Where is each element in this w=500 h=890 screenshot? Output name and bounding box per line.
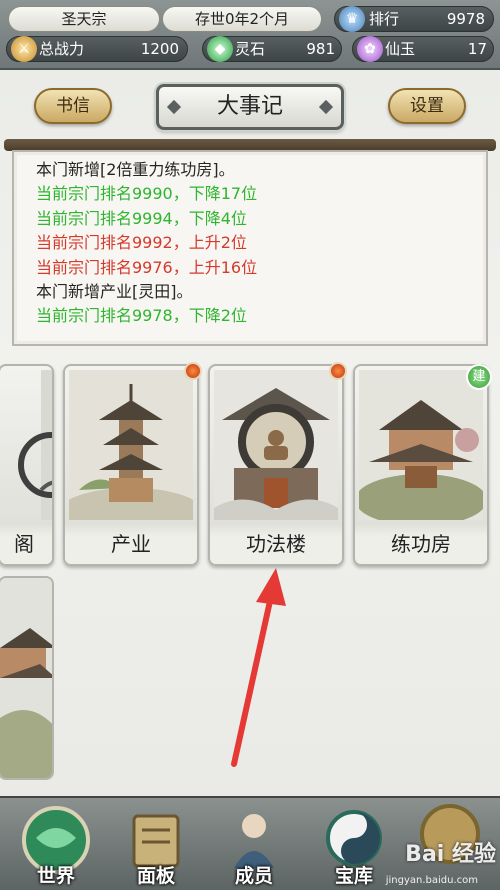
watermark-url: jingyan.baidu.com [385,875,478,886]
letters-button[interactable]: 书信 [34,88,112,124]
pavilion-art-icon [18,370,52,520]
combat-power-value: 1200 [140,40,179,58]
event-line: 本门新增产业[灵田]。 [36,282,193,302]
settings-button-label: 设置 [410,96,444,116]
event-line: 当前宗门排名9990，下降17位 [36,184,258,204]
rank-display[interactable]: ♛ 排行 9978 [334,6,494,32]
watermark: Bai 经验 [405,842,496,867]
event-log[interactable]: 本门新增[2倍重力练功房]。 当前宗门排名9990，下降17位 当前宗门排名99… [12,150,488,346]
status-bar: 圣天宗 存世0年2个月 ♛ 排行 9978 ⚔ 总战力 1200 ◆ 灵石 98… [0,0,500,70]
rank-icon: ♛ [339,6,365,32]
nav-world[interactable]: 世界 [6,798,106,890]
letters-button-label: 书信 [56,96,90,116]
event-line: 当前宗门排名9994，下降4位 [36,208,247,228]
swords-icon: ⚔ [11,36,37,62]
spirit-stone-icon: ◆ [207,36,233,62]
building-label: 阁 [0,524,52,564]
build-badge[interactable]: 建 [466,364,492,390]
nav-world-label: 世界 [36,865,75,887]
immortal-jade-value: 17 [467,40,487,58]
era-label: 存世0年2个月 [194,10,290,28]
era-display: 存世0年2个月 [162,6,322,32]
diamond-ornament-icon [318,99,334,115]
rank-value: 9978 [446,10,485,28]
building-card-technique-hall[interactable]: 功法楼 [208,364,344,566]
training-hall-art-icon [359,370,483,520]
nav-panel[interactable]: 面板 [106,798,206,890]
spirit-stone-display[interactable]: ◆ 灵石 981 [202,36,342,62]
building-label: 产业 [65,524,197,564]
diamond-ornament-icon [166,99,182,115]
event-line: 当前宗门排名9976，上升16位 [36,257,258,277]
spirit-stone-label: 灵石 [235,40,266,58]
building-label: 功法楼 [210,524,342,564]
immortal-jade-icon: ✿ [357,36,383,62]
settings-button[interactable]: 设置 [388,88,466,124]
notification-dot-icon [329,362,347,380]
temple-art-icon [0,578,52,778]
pagoda-art-icon [69,370,193,520]
event-line: 本门新增[2倍重力练功房]。 [36,160,235,179]
building-card-partial[interactable]: 阁 [0,364,54,566]
bottom-nav: 世界 面板 成员 宝库 Bai 经验 jingyan.baidu.com [0,796,500,890]
sect-name[interactable]: 圣天宗 [8,6,160,32]
immortal-jade-display[interactable]: ✿ 仙玉 17 [352,36,494,62]
immortal-jade-label: 仙玉 [385,40,416,58]
page-title-text: 大事记 [216,94,283,119]
notification-dot-icon [184,362,202,380]
building-card-training-room[interactable]: 练功房 [353,364,489,566]
combat-power-display: ⚔ 总战力 1200 [6,36,188,62]
spirit-stone-value: 981 [306,40,335,58]
combat-power-label: 总战力 [39,40,85,58]
event-line: 当前宗门排名9978，下降2位 [36,306,247,326]
sect-name-label: 圣天宗 [61,10,107,28]
nav-panel-label: 面板 [136,865,175,887]
building-label: 练功房 [355,524,487,564]
technique-hall-art-icon [214,370,338,520]
page-title: 大事记 [156,84,344,130]
event-line: 当前宗门排名9992，上升2位 [36,233,247,253]
nav-members[interactable]: 成员 [204,798,304,890]
nav-members-label: 成员 [234,865,273,887]
building-card-industry[interactable]: 产业 [63,364,199,566]
building-card-partial[interactable] [0,576,54,780]
rank-label: 排行 [369,10,400,28]
